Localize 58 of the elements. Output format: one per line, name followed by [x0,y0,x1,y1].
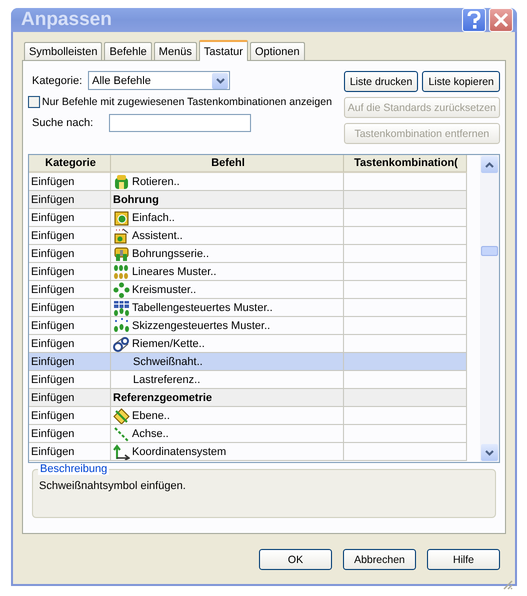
dialog-button[interactable]: Hilfe [427,549,500,570]
command-text[interactable]: Ebene.. [132,410,170,422]
command-text[interactable]: Achse.. [132,428,169,440]
command-text[interactable]: Einfach.. [132,212,175,224]
table-cell: Einfügen [29,443,111,461]
table-cell: Einfügen [29,227,111,245]
tab[interactable]: Befehle [104,42,152,60]
action-button[interactable]: Liste drucken [344,71,418,92]
close-button[interactable] [489,8,513,32]
column-header[interactable]: Befehl [111,155,344,173]
tab[interactable]: Symbolleisten [24,42,102,60]
command-text[interactable]: Bohrungsserie.. [132,248,210,260]
column-header[interactable]: Kategorie [29,155,111,173]
command-text[interactable]: Bohrung [113,194,159,206]
table-cell: Einfügen [29,263,111,281]
tab[interactable]: Menüs [154,42,197,60]
scroll-down-button[interactable] [481,444,498,461]
dialog-button[interactable]: Abbrechen [343,549,416,570]
table-cell: Einfügen [29,281,111,299]
table-cell: Einfügen [29,317,111,335]
command-text[interactable]: Lineares Muster.. [132,266,216,278]
command-text[interactable]: Koordinatensystem [132,446,226,458]
question-mark-icon [466,11,482,29]
resize-grip-icon[interactable] [502,579,513,590]
table-cell: Einfügen [29,389,111,407]
command-text[interactable]: Assistent.. [132,230,183,242]
checkbox[interactable] [28,96,40,108]
command-text[interactable]: Rotieren.. [132,176,180,188]
search-label: Suche nach: [32,117,94,129]
table-cell: Einfügen [29,353,111,371]
command-text[interactable]: Tabellengesteuertes Muster.. [132,302,273,314]
window-title: Anpassen [21,9,113,31]
tab[interactable]: Tastatur [198,40,248,61]
scroll-thumb[interactable] [481,246,498,256]
scroll-up-button[interactable] [481,156,498,173]
column-header[interactable]: Tastenkombination( [344,155,467,173]
table-cell: Einfügen [29,425,111,443]
checkbox-label: Nur Befehle mit zugewiesenen Tastenkombinationen anzeigen [42,96,332,108]
group-title: Beschreibung [38,463,110,475]
table-cell: Einfügen [29,245,111,263]
tab[interactable]: Optionen [250,42,305,60]
command-text[interactable]: Kreismuster.. [132,284,196,296]
command-text[interactable]: Riemen/Kette.. [132,338,205,350]
category-dropdown[interactable]: Alle Befehle [88,71,230,90]
table-cell: Einfügen [29,191,111,209]
dialog-button[interactable]: OK [259,549,332,570]
help-button[interactable] [462,8,486,32]
table-cell: Einfügen [29,407,111,425]
scrollbar[interactable] [480,155,499,462]
table-cell: Einfügen [29,299,111,317]
description-text: Schweißnahtsymbol einfügen. [39,480,187,492]
close-icon [493,12,509,28]
action-button[interactable]: Liste kopieren [422,71,500,92]
command-text[interactable]: Skizzengesteuertes Muster.. [132,320,270,332]
category-label: Kategorie: [32,74,82,86]
table-cell: Einfügen [29,209,111,227]
command-text[interactable]: Lastreferenz.. [133,374,200,386]
search-field[interactable] [109,114,252,132]
